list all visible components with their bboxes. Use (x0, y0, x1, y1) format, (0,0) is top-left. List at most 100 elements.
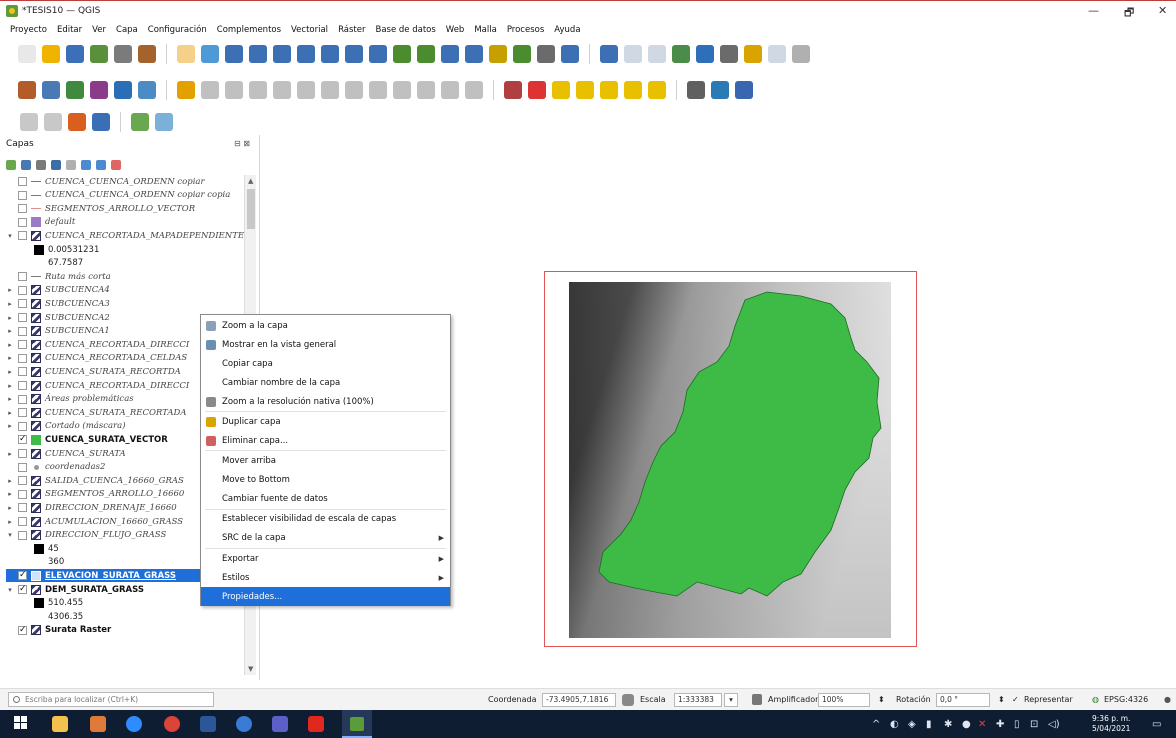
tray-icon-7[interactable]: ✚ (996, 719, 1004, 730)
tb1-button-22-icon[interactable] (561, 45, 579, 63)
network-icon[interactable]: ⊡ (1030, 719, 1038, 730)
tray-icon-5[interactable]: ● (962, 719, 971, 730)
menu-item-10[interactable]: Malla (474, 25, 496, 35)
start-button[interactable] (14, 716, 30, 732)
context-menu-item[interactable]: Duplicar capa (201, 412, 450, 431)
context-menu-item[interactable]: Establecer visibilidad de escala de capa… (201, 510, 450, 529)
filter-legend-icon[interactable] (66, 160, 76, 170)
taskbar-clock[interactable]: 9:36 p. m. 5/04/2021 (1092, 714, 1130, 734)
minimize-button[interactable]: — (1088, 4, 1099, 17)
filter-icon[interactable] (51, 160, 61, 170)
layer-visibility-checkbox[interactable]: ✓ (18, 585, 27, 594)
rotation-field[interactable]: 0,0 ° (936, 693, 990, 707)
tb1-button-9-icon[interactable] (249, 45, 267, 63)
collapse-arrow-icon[interactable]: ▾ (6, 586, 14, 594)
tb2-button-27-icon[interactable] (711, 81, 729, 99)
manage-visibility-icon[interactable] (36, 160, 46, 170)
expand-arrow-icon[interactable]: ▸ (6, 368, 14, 376)
extents-toggle-icon[interactable] (622, 694, 634, 706)
menu-item-9[interactable]: Web (446, 25, 465, 35)
remove-layer-icon[interactable] (111, 160, 121, 170)
tb2-button-10-icon[interactable] (273, 81, 291, 99)
tb2-button-11-icon[interactable] (297, 81, 315, 99)
tb2-button-17-icon[interactable] (441, 81, 459, 99)
tb2-button-9-icon[interactable] (249, 81, 267, 99)
menu-item-12[interactable]: Ayuda (554, 25, 580, 35)
messages-icon[interactable]: ● (1164, 695, 1171, 704)
tb1-button-24-icon[interactable] (624, 45, 642, 63)
tb2-button-18-icon[interactable] (465, 81, 483, 99)
tb2-button-0-icon[interactable] (18, 81, 36, 99)
app-icon-1[interactable] (90, 716, 106, 732)
tb1-button-21-icon[interactable] (537, 45, 555, 63)
expand-arrow-icon[interactable]: ▸ (6, 490, 14, 498)
layer-row[interactable]: Ruta más corta (6, 270, 244, 283)
tb1-button-17-icon[interactable] (441, 45, 459, 63)
tb1-button-10-icon[interactable] (273, 45, 291, 63)
crs-globe-icon[interactable]: ◍ (1092, 695, 1099, 704)
tb3-button-4-icon[interactable] (131, 113, 149, 131)
expand-arrow-icon[interactable]: ▸ (6, 341, 14, 349)
collapse-arrow-icon[interactable]: ▾ (6, 232, 14, 240)
tb1-button-8-icon[interactable] (225, 45, 243, 63)
tb2-button-3-icon[interactable] (90, 81, 108, 99)
context-menu-item[interactable]: Copiar capa (201, 354, 450, 373)
expand-arrow-icon[interactable]: ▸ (6, 382, 14, 390)
word-icon[interactable] (200, 716, 216, 732)
edge-icon[interactable] (236, 716, 252, 732)
notifications-icon[interactable]: ▭ (1152, 719, 1161, 730)
acrobat-icon[interactable] (308, 716, 324, 732)
layer-row[interactable]: default (6, 216, 244, 229)
expand-arrow-icon[interactable]: ▸ (6, 504, 14, 512)
menu-item-7[interactable]: Ráster (338, 25, 365, 35)
tb2-button-15-icon[interactable] (393, 81, 411, 99)
locator-search-input[interactable]: Escriba para localizar (Ctrl+K) (8, 692, 214, 707)
context-menu-item[interactable]: Estilos ▶ (201, 568, 450, 587)
context-menu-item[interactable]: Cambiar nombre de la capa (201, 373, 450, 392)
tb3-button-2-icon[interactable] (68, 113, 86, 131)
menu-item-1[interactable]: Editar (57, 25, 82, 35)
expand-arrow-icon[interactable]: ▸ (6, 300, 14, 308)
tray-icon-6[interactable]: ✕ (978, 719, 986, 730)
layer-visibility-checkbox[interactable] (18, 489, 27, 499)
menu-item-8[interactable]: Base de datos (375, 25, 435, 35)
tb2-button-21-icon[interactable] (552, 81, 570, 99)
tb1-button-15-icon[interactable] (393, 45, 411, 63)
layer-row[interactable]: CUENCA_CUENCA_ORDENN copiar copia (6, 189, 244, 202)
tb1-button-16-icon[interactable] (417, 45, 435, 63)
tb2-button-16-icon[interactable] (417, 81, 435, 99)
expand-arrow-icon[interactable]: ▸ (6, 286, 14, 294)
context-menu-item[interactable]: SRC de la capa ▶ (201, 529, 450, 548)
tb2-button-26-icon[interactable] (687, 81, 705, 99)
menu-item-11[interactable]: Procesos (507, 25, 544, 35)
tb2-button-20-icon[interactable] (528, 81, 546, 99)
tb1-button-11-icon[interactable] (297, 45, 315, 63)
chrome-icon[interactable] (164, 716, 180, 732)
layer-visibility-checkbox[interactable]: ✓ (18, 571, 27, 581)
tb1-button-23-icon[interactable] (600, 45, 618, 63)
context-menu-item[interactable]: Zoom a la capa (201, 316, 450, 335)
magnifier-field[interactable]: 100% (818, 693, 870, 707)
layer-visibility-checkbox[interactable] (18, 313, 27, 322)
scroll-up-icon[interactable]: ▲ (248, 177, 253, 185)
tb1-button-28-icon[interactable] (720, 45, 738, 63)
render-checkbox[interactable]: ✓ (1012, 695, 1019, 704)
tb2-button-5-icon[interactable] (138, 81, 156, 99)
rotation-spinner-2-icon[interactable]: ⬍ (998, 695, 1005, 704)
layer-visibility-checkbox[interactable] (18, 449, 27, 458)
tray-icon-4[interactable]: ✱ (944, 719, 952, 730)
expand-all-icon[interactable] (81, 160, 91, 170)
map-render[interactable] (569, 282, 891, 638)
context-menu-item[interactable]: Exportar ▶ (201, 549, 450, 568)
tb1-button-18-icon[interactable] (465, 45, 483, 63)
expand-arrow-icon[interactable]: ▸ (6, 354, 14, 362)
context-menu-item[interactable]: Mostrar en la vista general (201, 335, 450, 354)
layer-row[interactable]: ▸ SUBCUENCA3 (6, 297, 244, 310)
tray-icon-1[interactable]: ◐ (890, 719, 899, 730)
menu-item-6[interactable]: Vectorial (291, 25, 328, 35)
scroll-thumb[interactable] (247, 189, 255, 229)
tb1-button-26-icon[interactable] (672, 45, 690, 63)
tray-icon-2[interactable]: ◈ (908, 719, 916, 730)
layer-visibility-checkbox[interactable] (18, 326, 27, 336)
context-menu-item[interactable]: Propiedades... (201, 587, 450, 607)
